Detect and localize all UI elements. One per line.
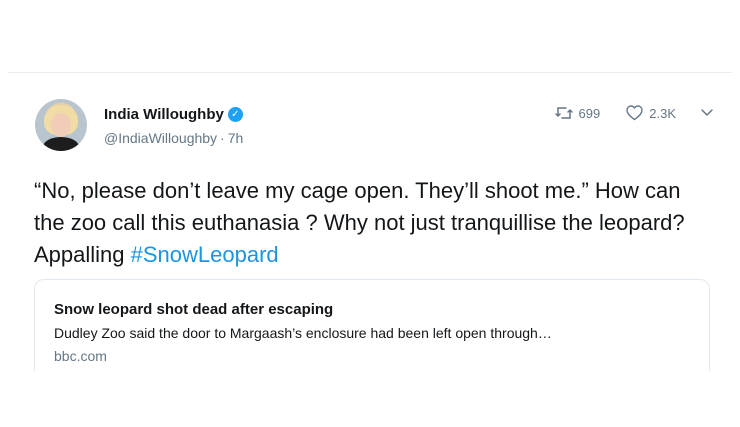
retweet-count: 699: [578, 105, 601, 121]
chevron-down-icon[interactable]: [700, 108, 714, 118]
handle-row: @IndiaWilloughby · 7h: [104, 130, 243, 146]
author-handle[interactable]: @IndiaWilloughby: [104, 130, 217, 146]
separator-dot: ·: [220, 130, 225, 146]
hashtag-link[interactable]: #SnowLeopard: [131, 242, 279, 267]
tweet-text: “No, please don’t leave my cage open. Th…: [34, 175, 714, 271]
tweet-actions: 699 2.3K: [529, 105, 714, 121]
avatar-face: [51, 113, 71, 137]
card-domain: bbc.com: [54, 348, 107, 364]
heart-icon[interactable]: [626, 105, 643, 121]
display-name-row[interactable]: India Willoughby ✓: [104, 106, 243, 123]
more-options[interactable]: [700, 108, 714, 118]
like-action[interactable]: 2.3K: [626, 105, 676, 121]
avatar-shoulders: [43, 137, 79, 151]
tweet[interactable]: India Willoughby ✓ @IndiaWilloughby · 7h 6…: [8, 72, 732, 371]
link-card[interactable]: Snow leopard shot dead after escaping Du…: [34, 279, 710, 371]
tweet-time[interactable]: 7h: [228, 130, 244, 146]
retweet-action[interactable]: 699: [554, 105, 601, 121]
like-count: 2.3K: [649, 105, 676, 121]
display-name[interactable]: India Willoughby: [104, 106, 224, 123]
verified-badge-icon: ✓: [227, 107, 243, 122]
avatar[interactable]: [35, 99, 87, 151]
card-description: Dudley Zoo said the door to Margaash’s e…: [54, 325, 552, 341]
retweet-icon[interactable]: [554, 106, 573, 120]
card-title[interactable]: Snow leopard shot dead after escaping: [54, 301, 333, 318]
